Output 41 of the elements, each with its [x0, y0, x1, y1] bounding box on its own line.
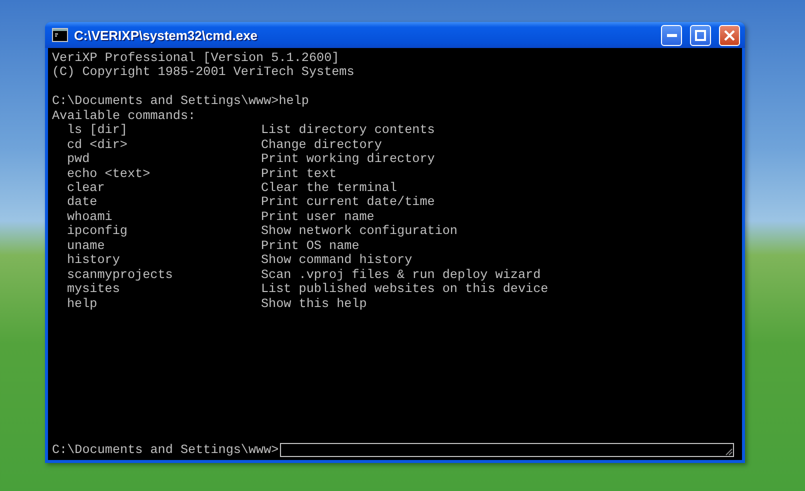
minimize-icon [666, 34, 676, 36]
command-description: Print current date/time [261, 195, 436, 210]
command-description: Print text [261, 166, 338, 181]
command-name: ipconfig [67, 224, 128, 239]
command-name: uname [67, 238, 106, 254]
maximize-button[interactable] [690, 24, 711, 46]
command-description: List published websites on this device [261, 282, 550, 297]
command-description: Scan .vproj files & run deploy wizard [261, 268, 542, 282]
command-description: List directory contents [261, 123, 436, 138]
command-name: history [67, 253, 121, 268]
banner-line: (C) Copyright 1985-2001 VeriTech Systems [52, 65, 356, 80]
command-description: Print working directory [261, 152, 436, 167]
window-title: C:\VERIXP\system32\cmd.exe [74, 28, 259, 42]
command-description: Show network configuration [261, 224, 458, 239]
resize-grip-icon [725, 448, 733, 456]
prompt-text: C:\Documents and Settings\www> [52, 442, 279, 457]
command-description: Clear the terminal [261, 181, 398, 196]
command-name: cd <dir> [67, 138, 128, 152]
command-description: Show command history [261, 253, 414, 268]
output-heading: Available commands: [52, 108, 197, 124]
console-icon [52, 28, 68, 42]
command-description: Show this help [261, 296, 368, 312]
close-icon [724, 30, 735, 40]
close-button[interactable] [719, 24, 740, 46]
command-input-field[interactable] [280, 442, 734, 457]
command-description: Print OS name [261, 238, 360, 254]
command-name: scanmyprojects [67, 268, 174, 282]
command-name: echo <text> [67, 166, 152, 181]
command-name: clear [67, 181, 106, 196]
command-line: C:\Documents and Settings\www>help [52, 94, 310, 109]
command-name: date [67, 195, 98, 210]
command-description: Print user name [261, 210, 376, 224]
command-name: mysites [67, 282, 121, 297]
maximize-icon [695, 30, 706, 40]
command-name: pwd [67, 152, 91, 167]
minimize-button[interactable] [661, 24, 682, 46]
banner-line: VeriXP Professional [Version 5.1.2600] [52, 51, 340, 66]
command-name: whoami [67, 210, 114, 224]
command-description: Change directory [261, 138, 383, 152]
command-name: ls [dir] [67, 123, 128, 138]
command-name: help [67, 296, 98, 312]
